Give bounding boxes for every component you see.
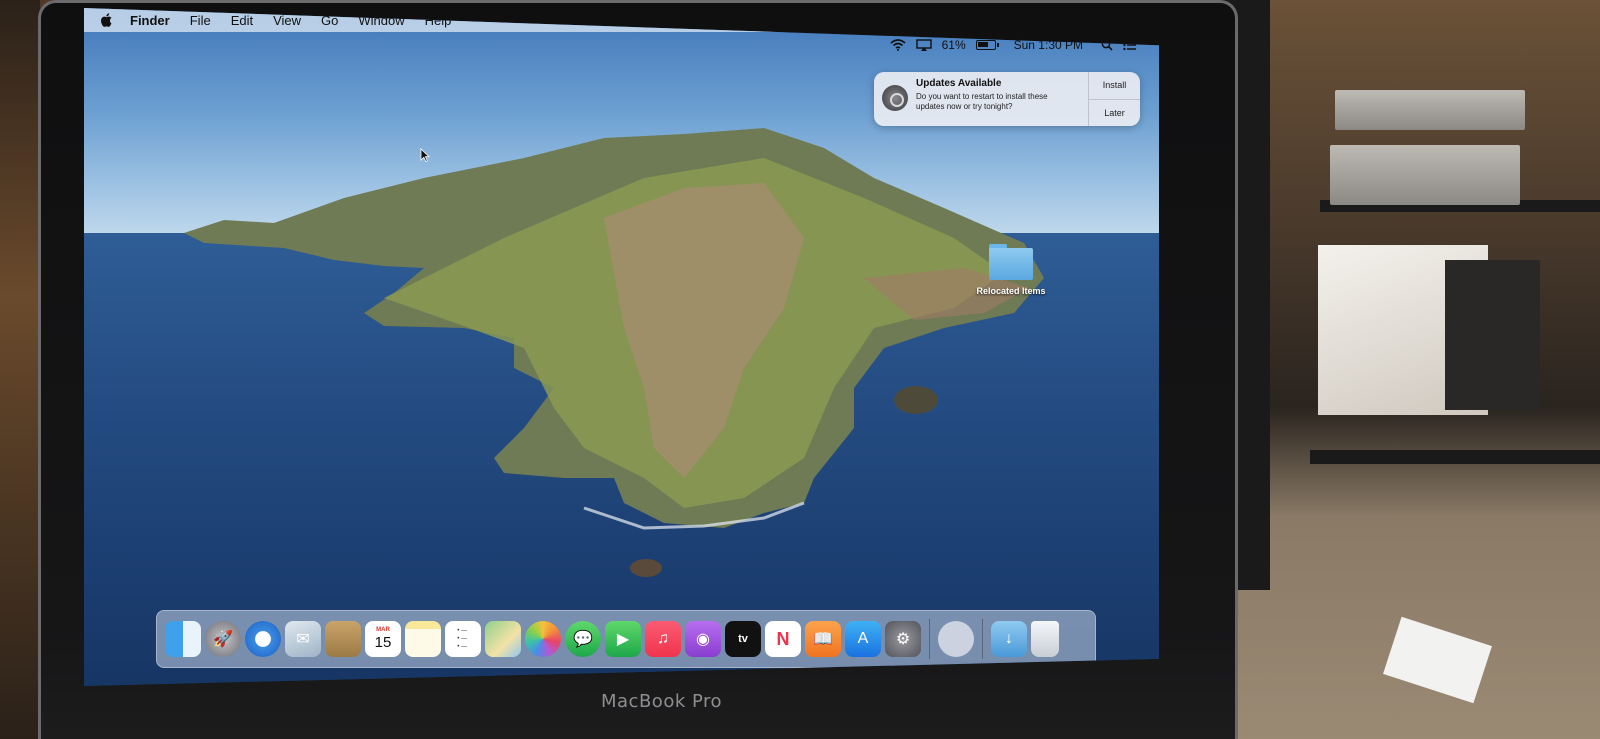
folder-icon	[989, 244, 1033, 280]
dock-separator	[982, 619, 983, 659]
dock-notes-icon[interactable]	[405, 621, 441, 657]
menu-edit[interactable]: Edit	[231, 13, 253, 28]
dock-airdrop-icon[interactable]	[938, 621, 974, 657]
dock-music-icon[interactable]: ♫	[645, 621, 681, 657]
room-background	[1230, 0, 1600, 739]
airplay-icon[interactable]	[915, 39, 932, 51]
updates-notification[interactable]: Updates Available Do you want to restart…	[874, 72, 1140, 126]
calendar-day: 15	[374, 634, 392, 651]
battery-icon[interactable]	[975, 40, 999, 50]
dock-trash-icon[interactable]	[1031, 621, 1059, 657]
dock-app-store-icon[interactable]: A	[845, 621, 881, 657]
dock-photos-icon[interactable]	[525, 621, 561, 657]
paper-stack	[1330, 145, 1520, 205]
shelf-board	[1310, 450, 1600, 464]
tv-label: tv	[738, 633, 748, 645]
dock-finder-icon[interactable]	[165, 621, 201, 657]
notification-message: Do you want to restart to install these …	[916, 92, 1048, 111]
install-button[interactable]: Install	[1089, 72, 1140, 99]
dock-downloads-icon[interactable]: ↓	[991, 621, 1027, 657]
menu-file[interactable]: File	[190, 13, 211, 28]
dock-contacts-icon[interactable]	[325, 621, 361, 657]
dark-box	[1445, 260, 1540, 410]
notification-actions: Install Later	[1088, 72, 1140, 126]
dock-books-icon[interactable]: 📖	[805, 621, 841, 657]
desk-background	[0, 0, 40, 739]
laptop-brand-label: MacBook Pro	[601, 691, 723, 712]
desktop-screen: Finder File Edit View Go Window Help 61%…	[84, 8, 1159, 686]
wifi-icon[interactable]	[890, 39, 906, 51]
notification-title: Updates Available	[916, 78, 1002, 89]
dock-podcasts-icon[interactable]: ◉	[685, 621, 721, 657]
menu-app-name[interactable]: Finder	[130, 13, 170, 28]
dock-facetime-icon[interactable]: ▶	[605, 621, 641, 657]
desktop-folder-label: Relocated Items	[976, 286, 1046, 296]
calendar-month: MAR	[376, 627, 390, 633]
battery-percent: 61%	[941, 38, 966, 52]
dock-mail-icon[interactable]: ✉	[285, 621, 321, 657]
desktop-folder-relocated-items[interactable]: Relocated Items	[966, 244, 1056, 296]
dock-reminders-icon[interactable]	[445, 621, 481, 657]
dock-launchpad-icon[interactable]: 🚀	[205, 621, 241, 657]
dock-separator	[929, 619, 930, 659]
dock-calendar-icon[interactable]: MAR 15	[365, 621, 401, 657]
dock-messages-icon[interactable]: 💬	[565, 621, 601, 657]
later-button[interactable]: Later	[1089, 98, 1140, 127]
dock-system-preferences-icon[interactable]: ⚙	[885, 621, 921, 657]
dock-safari-icon[interactable]	[245, 621, 281, 657]
paper-stack	[1335, 90, 1525, 130]
mouse-pointer-icon	[420, 148, 430, 162]
paper-card	[1383, 616, 1492, 704]
dock: 🚀 ✉ MAR 15 💬 ▶ ♫ ◉ tv 📖 A ⚙ ↓	[156, 610, 1096, 668]
dock-tv-icon[interactable]: tv	[725, 621, 761, 657]
notification-body: Updates Available Do you want to restart…	[916, 72, 1088, 126]
software-update-gear-icon	[882, 85, 908, 111]
apple-menu-icon[interactable]	[100, 12, 114, 28]
dock-news-icon[interactable]	[765, 621, 801, 657]
dock-maps-icon[interactable]	[485, 621, 521, 657]
